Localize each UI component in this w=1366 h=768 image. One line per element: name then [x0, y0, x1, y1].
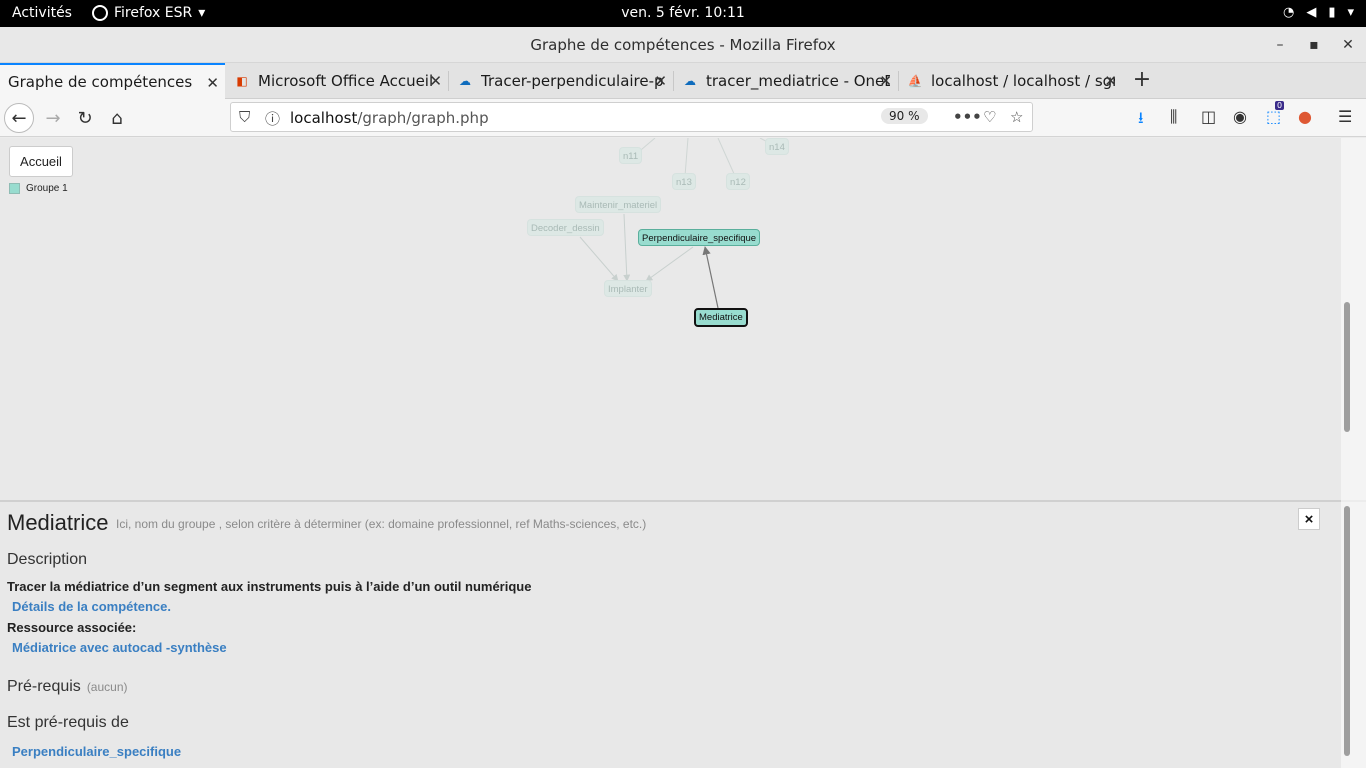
extension-icon[interactable]: ⬚ 0 — [1266, 101, 1285, 126]
edge — [623, 213, 631, 282]
details-panel: Mediatrice Ici, nom du groupe , selon cr… — [0, 502, 1341, 768]
url-text[interactable]: localhost/graph/graph.php — [290, 109, 489, 127]
tab-label: Graphe de compétences — [8, 73, 193, 91]
hamburger-menu-icon[interactable]: ☰ — [1338, 107, 1352, 126]
back-button[interactable]: ← — [4, 103, 34, 133]
graph-scrollbar[interactable] — [1341, 138, 1366, 500]
edge — [717, 138, 736, 177]
wifi-icon: ◔ — [1282, 5, 1295, 20]
home-icon[interactable]: ⌂ — [102, 103, 132, 133]
is-prereq-link[interactable]: Perpendiculaire_specifique — [12, 744, 181, 759]
prereq-heading: Pré-requis (aucun) — [7, 678, 128, 696]
details-link[interactable]: Détails de la compétence. — [12, 599, 171, 614]
graph-node-n14[interactable]: n14 — [765, 138, 789, 155]
window-titlebar: Graphe de compétences - Mozilla Firefox … — [0, 27, 1366, 63]
account-icon[interactable]: ◉ — [1233, 107, 1247, 126]
tab-label: Microsoft Office Accueil — [258, 72, 434, 90]
system-top-bar: Activités Firefox ESR ▾ ven. 5 févr. 10:… — [0, 0, 1366, 27]
graph-node-perpendiculaire-specifique[interactable]: Perpendiculaire_specifique — [638, 229, 761, 246]
tab-strip: Graphe de compétences ✕ ◧ Microsoft Offi… — [0, 63, 1366, 99]
graph-edges — [579, 138, 776, 309]
edge — [684, 138, 689, 177]
legend-swatch — [9, 183, 20, 194]
shield-icon[interactable]: ⛉ — [239, 108, 250, 126]
graph-node-mediatrice[interactable]: Mediatrice — [694, 308, 748, 327]
legend-label: Groupe 1 — [26, 183, 68, 194]
page-actions-icon[interactable]: ••• — [953, 108, 982, 126]
graph-node-n12[interactable]: n12 — [726, 173, 750, 190]
graph-node-n13[interactable]: n13 — [672, 173, 696, 190]
tab-tracer-mediatrice[interactable]: ☁ tracer_mediatrice - OneD ✕ — [674, 63, 898, 99]
is-prereq-heading: Est pré-requis de — [7, 714, 129, 731]
graph-node-implanter[interactable]: Implanter — [604, 280, 652, 297]
description-heading: Description — [7, 551, 88, 568]
office-icon: ◧ — [236, 74, 248, 88]
scrollbar-thumb[interactable] — [1344, 506, 1350, 756]
navigation-toolbar: ← → ↻ ⌂ ⛉ ⓘ localhost/graph/graph.php 90… — [0, 99, 1366, 137]
system-tray[interactable]: ◔ ◀ ▮ ▾ — [1283, 5, 1354, 20]
chevron-down-icon: ▾ — [1347, 5, 1354, 20]
prereq-none: (aucun) — [86, 680, 128, 694]
graph-canvas[interactable]: Accueil Groupe 1 n11 n13 n12 n14 Mainten… — [0, 138, 1341, 500]
close-icon[interactable]: ✕ — [429, 72, 442, 90]
tab-label: localhost / localhost / sgr — [931, 72, 1115, 90]
info-icon[interactable]: ⓘ — [265, 108, 280, 129]
graph-node-maintenir-materiel[interactable]: Maintenir_materiel — [575, 196, 662, 213]
close-icon[interactable]: ✕ — [654, 72, 667, 90]
zoom-indicator[interactable]: 90 % — [881, 108, 928, 124]
scrollbar-thumb[interactable] — [1344, 302, 1350, 432]
tab-phpmyadmin[interactable]: ⛵ localhost / localhost / sgr ✕ — [899, 63, 1123, 99]
volume-icon: ◀ — [1306, 5, 1317, 20]
close-icon[interactable]: ✕ — [206, 74, 219, 92]
home-button[interactable]: Accueil — [9, 146, 73, 177]
details-scrollbar[interactable] — [1341, 502, 1366, 768]
edge — [579, 236, 619, 282]
graph-node-decoder-dessin[interactable]: Decoder_dessin — [527, 219, 604, 236]
close-icon[interactable]: ✕ — [879, 72, 892, 90]
close-window-button[interactable]: ✕ — [1331, 27, 1365, 63]
url-bar[interactable]: ⛉ ⓘ localhost/graph/graph.php 90 % ••• ♡… — [230, 102, 1033, 132]
minimize-button[interactable]: – — [1263, 27, 1297, 63]
notification-badge: 0 — [1275, 101, 1285, 110]
forward-button[interactable]: → — [38, 103, 68, 133]
close-details-button[interactable]: × — [1298, 508, 1320, 530]
group-hint: Ici, nom du groupe , selon critère à dét… — [116, 517, 647, 531]
edge — [702, 246, 719, 309]
tab-label: Tracer-perpendiculaire-p — [481, 72, 664, 90]
clock[interactable]: ven. 5 févr. 10:11 — [0, 5, 1366, 21]
edge — [645, 246, 694, 282]
tab-tracer-perpendiculaire[interactable]: ☁ Tracer-perpendiculaire-p ✕ — [449, 63, 673, 99]
sidebar-icon[interactable]: ◫ — [1201, 107, 1216, 126]
download-icon[interactable]: ⭳ — [1138, 107, 1144, 134]
library-icon[interactable]: ⫼ — [1170, 107, 1177, 127]
url-host: localhost — [290, 109, 358, 127]
onedrive-icon: ☁ — [684, 74, 696, 88]
onedrive-icon: ☁ — [459, 74, 471, 88]
prereq-heading-label: Pré-requis — [7, 678, 81, 695]
tab-label: tracer_mediatrice - OneD — [706, 72, 890, 90]
duckduckgo-icon[interactable]: ● — [1298, 107, 1312, 126]
close-icon[interactable]: ✕ — [1104, 72, 1117, 90]
window-title: Graphe de compétences - Mozilla Firefox — [530, 36, 836, 54]
new-tab-button[interactable]: + — [1130, 67, 1154, 92]
maximize-button[interactable]: ▪ — [1297, 27, 1331, 63]
url-path: /graph/graph.php — [357, 109, 489, 127]
description-text: Tracer la médiatrice d’un segment aux in… — [7, 579, 532, 594]
legend: Groupe 1 — [9, 183, 68, 194]
reload-button[interactable]: ↻ — [70, 103, 100, 133]
resource-label: Ressource associée: — [7, 620, 137, 635]
resource-link[interactable]: Médiatrice avec autocad -synthèse — [12, 640, 227, 655]
bookmark-star-icon[interactable]: ☆ — [1010, 108, 1023, 126]
tab-graphe[interactable]: Graphe de compétences ✕ — [0, 63, 225, 99]
competence-title: Mediatrice — [7, 510, 109, 535]
graph-node-n11[interactable]: n11 — [619, 147, 643, 164]
tab-office[interactable]: ◧ Microsoft Office Accueil ✕ — [226, 63, 448, 99]
battery-icon: ▮ — [1328, 5, 1336, 20]
phpmyadmin-icon: ⛵ — [907, 74, 923, 88]
pocket-icon[interactable]: ♡ — [983, 108, 996, 126]
